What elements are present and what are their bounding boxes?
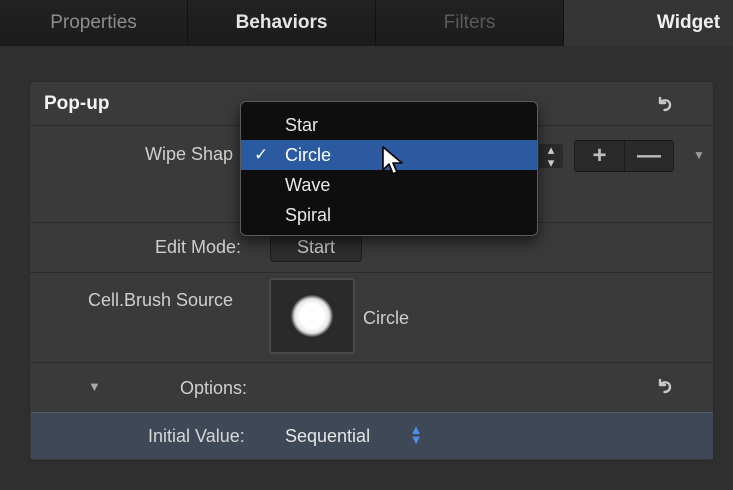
menu-item-spiral[interactable]: Spiral: [241, 200, 537, 230]
row-divider: [30, 362, 713, 363]
popup-arrows-icon[interactable]: ▴ ▾: [539, 143, 563, 169]
brush-source-well[interactable]: [269, 278, 355, 354]
brush-preview-image: [291, 295, 333, 337]
menu-item-label: Circle: [285, 145, 332, 165]
add-remove-buttons: + —: [574, 140, 674, 172]
initial-value-popup[interactable]: Sequential: [285, 426, 370, 447]
tab-filters[interactable]: Filters: [376, 0, 564, 46]
popup-arrows-icon[interactable]: ▲ ▼: [409, 423, 423, 446]
disclosure-triangle-icon[interactable]: ▼: [88, 379, 101, 394]
initial-value-row: [31, 412, 713, 459]
options-label: Options:: [180, 378, 248, 398]
wipe-shape-label: Wipe Shap: [145, 144, 234, 164]
initial-value-label: Initial Value:: [148, 426, 245, 446]
brush-source-name: Circle: [363, 308, 410, 328]
mouse-pointer-icon: [382, 146, 403, 175]
edit-mode-label: Edit Mode:: [155, 237, 242, 257]
tab-behaviors[interactable]: Behaviors: [188, 0, 376, 46]
edit-mode-start-button[interactable]: Start: [270, 232, 362, 262]
cell-brush-source-label: Cell.Brush Source: [88, 290, 234, 310]
tab-widget-label: Widget: [656, 12, 721, 33]
inspector-tab-bar: Properties Behaviors Filters Widget: [0, 0, 733, 46]
remove-button[interactable]: —: [623, 141, 673, 171]
panel-title: Pop-up: [44, 93, 110, 114]
reset-arrow-icon[interactable]: [656, 95, 674, 113]
add-button[interactable]: +: [575, 141, 624, 171]
reset-arrow-icon[interactable]: [656, 377, 674, 395]
tab-properties[interactable]: Properties: [0, 0, 188, 46]
checkmark-icon: ✓: [254, 145, 269, 164]
menu-item-star[interactable]: Star: [241, 110, 537, 140]
chevron-down-icon[interactable]: ▼: [693, 148, 705, 162]
row-divider: [30, 272, 713, 273]
tab-widget[interactable]: Widget: [564, 0, 733, 46]
